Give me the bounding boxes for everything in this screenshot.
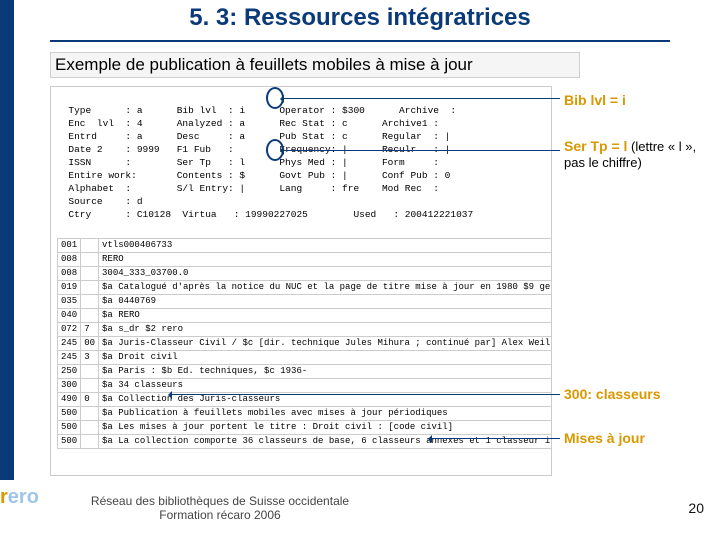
marc-row: 500$a La collection comporte 36 classeur…	[58, 435, 553, 449]
footer-line2: Formation récaro 2006	[159, 508, 280, 522]
page-number: 20	[688, 500, 704, 516]
annotation-500: Mises à jour	[564, 430, 714, 446]
marc-row: 040$a RERO	[58, 309, 553, 323]
annotation-sertp: Ser Tp = l (lettre « l », pas le chiffre…	[564, 138, 714, 170]
marc-row: 001vtls000406733	[58, 239, 553, 253]
annotation-sertp-code: Ser Tp = l	[564, 138, 627, 154]
marc-row: 300$a 34 classeurs	[58, 379, 553, 393]
subtitle: Exemple de publication à feuillets mobil…	[50, 52, 580, 78]
marc-row: 008RERO	[58, 253, 553, 267]
title-rule	[50, 40, 670, 42]
marc-row: 0083004_333_03700.0	[58, 267, 553, 281]
annotation-biblvl: Bib lvl = i	[564, 92, 714, 108]
annotation-300: 300: classeurs	[564, 386, 714, 402]
arrow-500	[430, 438, 560, 439]
marc-header: Type : a Bib lvl : i Operator : $300 Arc…	[68, 104, 473, 221]
marc-row: 0727$a s_dr $2 rero	[58, 323, 553, 337]
marc-row: 24500$a Juris-Classeur Civil / $c [dir. …	[58, 337, 553, 351]
arrow-300	[170, 394, 560, 395]
marc-row: 2453$a Droit civil	[58, 351, 553, 365]
marc-row: 250$a Paris : $b Ed. techniques, $c 1936…	[58, 365, 553, 379]
marc-row: 500$a Les mises à jour portent le titre …	[58, 421, 553, 435]
arrow-biblvl	[282, 98, 560, 99]
marc-row: 500$a Publication à feuillets mobiles av…	[58, 407, 553, 421]
page-title: 5. 3: Ressources intégratrices	[0, 4, 720, 32]
marc-record: Type : a Bib lvl : i Operator : $300 Arc…	[50, 86, 552, 476]
marc-row: 035$a 0440769	[58, 295, 553, 309]
marc-table: 001vtls000406733008RERO0083004_333_03700…	[57, 238, 552, 449]
left-accent-bar	[0, 0, 14, 480]
marc-row: 019$a Catalogué d'après la notice du NUC…	[58, 281, 553, 295]
arrow-sertp	[282, 150, 560, 151]
footer-line1: Réseau des bibliothèques de Suisse occid…	[91, 494, 349, 508]
logo: rero	[0, 486, 39, 509]
footer: Réseau des bibliothèques de Suisse occid…	[90, 494, 350, 522]
